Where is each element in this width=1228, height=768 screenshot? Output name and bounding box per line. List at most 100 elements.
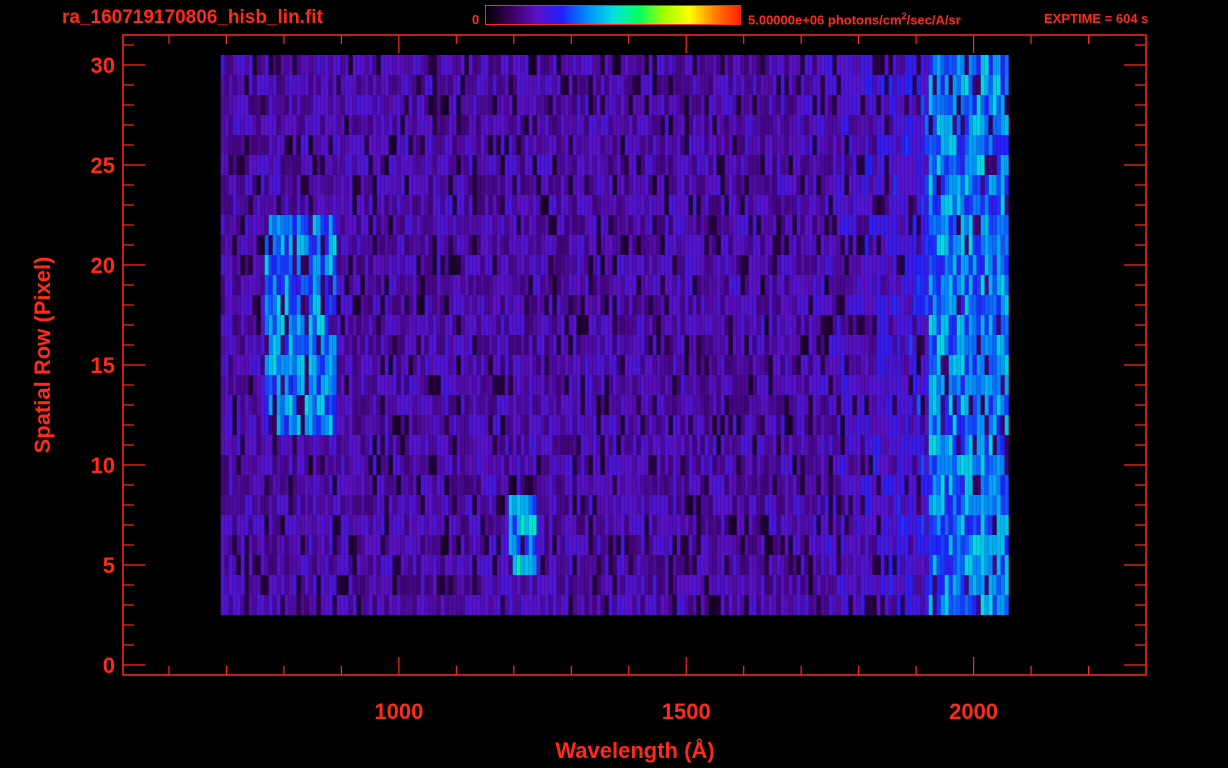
heatmap-cell [588, 455, 593, 475]
heatmap-cell [420, 455, 425, 475]
heatmap-cell [416, 555, 421, 575]
heatmap-cell [976, 295, 981, 315]
heatmap-cell [712, 315, 717, 335]
heatmap-cell [972, 595, 977, 615]
heatmap-cell [884, 115, 889, 135]
heatmap-cell [904, 535, 909, 555]
heatmap-cell [904, 335, 909, 355]
heatmap-cell [304, 335, 309, 355]
heatmap-cell [444, 595, 449, 615]
heatmap-cell [468, 395, 473, 415]
heatmap-cell [860, 375, 865, 395]
heatmap-cell [612, 335, 617, 355]
heatmap-cell [336, 235, 341, 255]
heatmap-cell [272, 515, 277, 535]
heatmap-cell [520, 515, 525, 535]
heatmap-cell [492, 155, 497, 175]
heatmap-cell [428, 315, 433, 335]
heatmap-cell [548, 355, 553, 375]
heatmap-cell [436, 175, 441, 195]
heatmap-cell [544, 275, 549, 295]
heatmap-cell [244, 455, 249, 475]
heatmap-cell [904, 135, 909, 155]
heatmap-cell [988, 135, 993, 155]
heatmap-cell [560, 315, 565, 335]
heatmap-cell [904, 575, 909, 595]
heatmap-cell [496, 555, 501, 575]
heatmap-cell [780, 155, 785, 175]
heatmap-cell [696, 455, 701, 475]
heatmap-cell [300, 495, 305, 515]
heatmap-cell [680, 115, 685, 135]
heatmap-cell [940, 275, 945, 295]
heatmap-cell [888, 455, 893, 475]
heatmap-cell [356, 375, 361, 395]
heatmap-cell [988, 455, 993, 475]
heatmap-cell [944, 135, 949, 155]
heatmap-cell [468, 495, 473, 515]
heatmap-cell [728, 235, 733, 255]
heatmap-cell [380, 275, 385, 295]
heatmap-cell [564, 235, 569, 255]
heatmap-cell [724, 155, 729, 175]
heatmap-cell [540, 195, 545, 215]
heatmap-cell [320, 95, 325, 115]
heatmap-cell [324, 555, 329, 575]
heatmap-cell [732, 115, 737, 135]
heatmap-cell [468, 255, 473, 275]
heatmap-cell [312, 395, 317, 415]
heatmap-cell [748, 555, 753, 575]
heatmap-cell [600, 375, 605, 395]
heatmap-cell [272, 95, 277, 115]
heatmap-cell [264, 435, 269, 455]
heatmap-cell [384, 275, 389, 295]
heatmap-cell [760, 455, 765, 475]
heatmap-cell [692, 215, 697, 235]
heatmap-cell [556, 155, 561, 175]
heatmap-cell [564, 255, 569, 275]
heatmap-cell [640, 215, 645, 235]
heatmap-cell [372, 455, 377, 475]
heatmap-cell [852, 475, 857, 495]
heatmap-cell [552, 575, 557, 595]
heatmap-cell [380, 95, 385, 115]
heatmap-cell [944, 375, 949, 395]
heatmap-cell [616, 435, 621, 455]
heatmap-cell [580, 515, 585, 535]
heatmap-cell [756, 535, 761, 555]
heatmap-cell [872, 215, 877, 235]
heatmap-cell [636, 475, 641, 495]
heatmap-cell [824, 295, 829, 315]
heatmap-cell [772, 395, 777, 415]
heatmap-cell [660, 375, 665, 395]
heatmap-cell [448, 355, 453, 375]
heatmap-cell [444, 255, 449, 275]
heatmap-cell [768, 195, 773, 215]
heatmap-cell [308, 195, 313, 215]
heatmap-cell [748, 175, 753, 195]
heatmap-cell [712, 535, 717, 555]
heatmap-cell [652, 275, 657, 295]
heatmap-cell [652, 315, 657, 335]
heatmap-cell [924, 535, 929, 555]
heatmap-cell [712, 255, 717, 275]
heatmap-cell [304, 555, 309, 575]
heatmap-cell [480, 215, 485, 235]
heatmap-cell [340, 95, 345, 115]
heatmap-cell [852, 215, 857, 235]
heatmap-cell [764, 435, 769, 455]
heatmap-cell [892, 275, 897, 295]
heatmap-cell [652, 355, 657, 375]
heatmap-cell [608, 135, 613, 155]
heatmap-cell [932, 135, 937, 155]
heatmap-cell [740, 355, 745, 375]
heatmap-cell [576, 555, 581, 575]
heatmap-cell [604, 275, 609, 295]
heatmap-cell [264, 415, 269, 435]
heatmap-cell [972, 195, 977, 215]
heatmap-cell [592, 355, 597, 375]
heatmap-cell [868, 295, 873, 315]
heatmap-cell [808, 455, 813, 475]
heatmap-cell [492, 415, 497, 435]
heatmap-cell [852, 555, 857, 575]
